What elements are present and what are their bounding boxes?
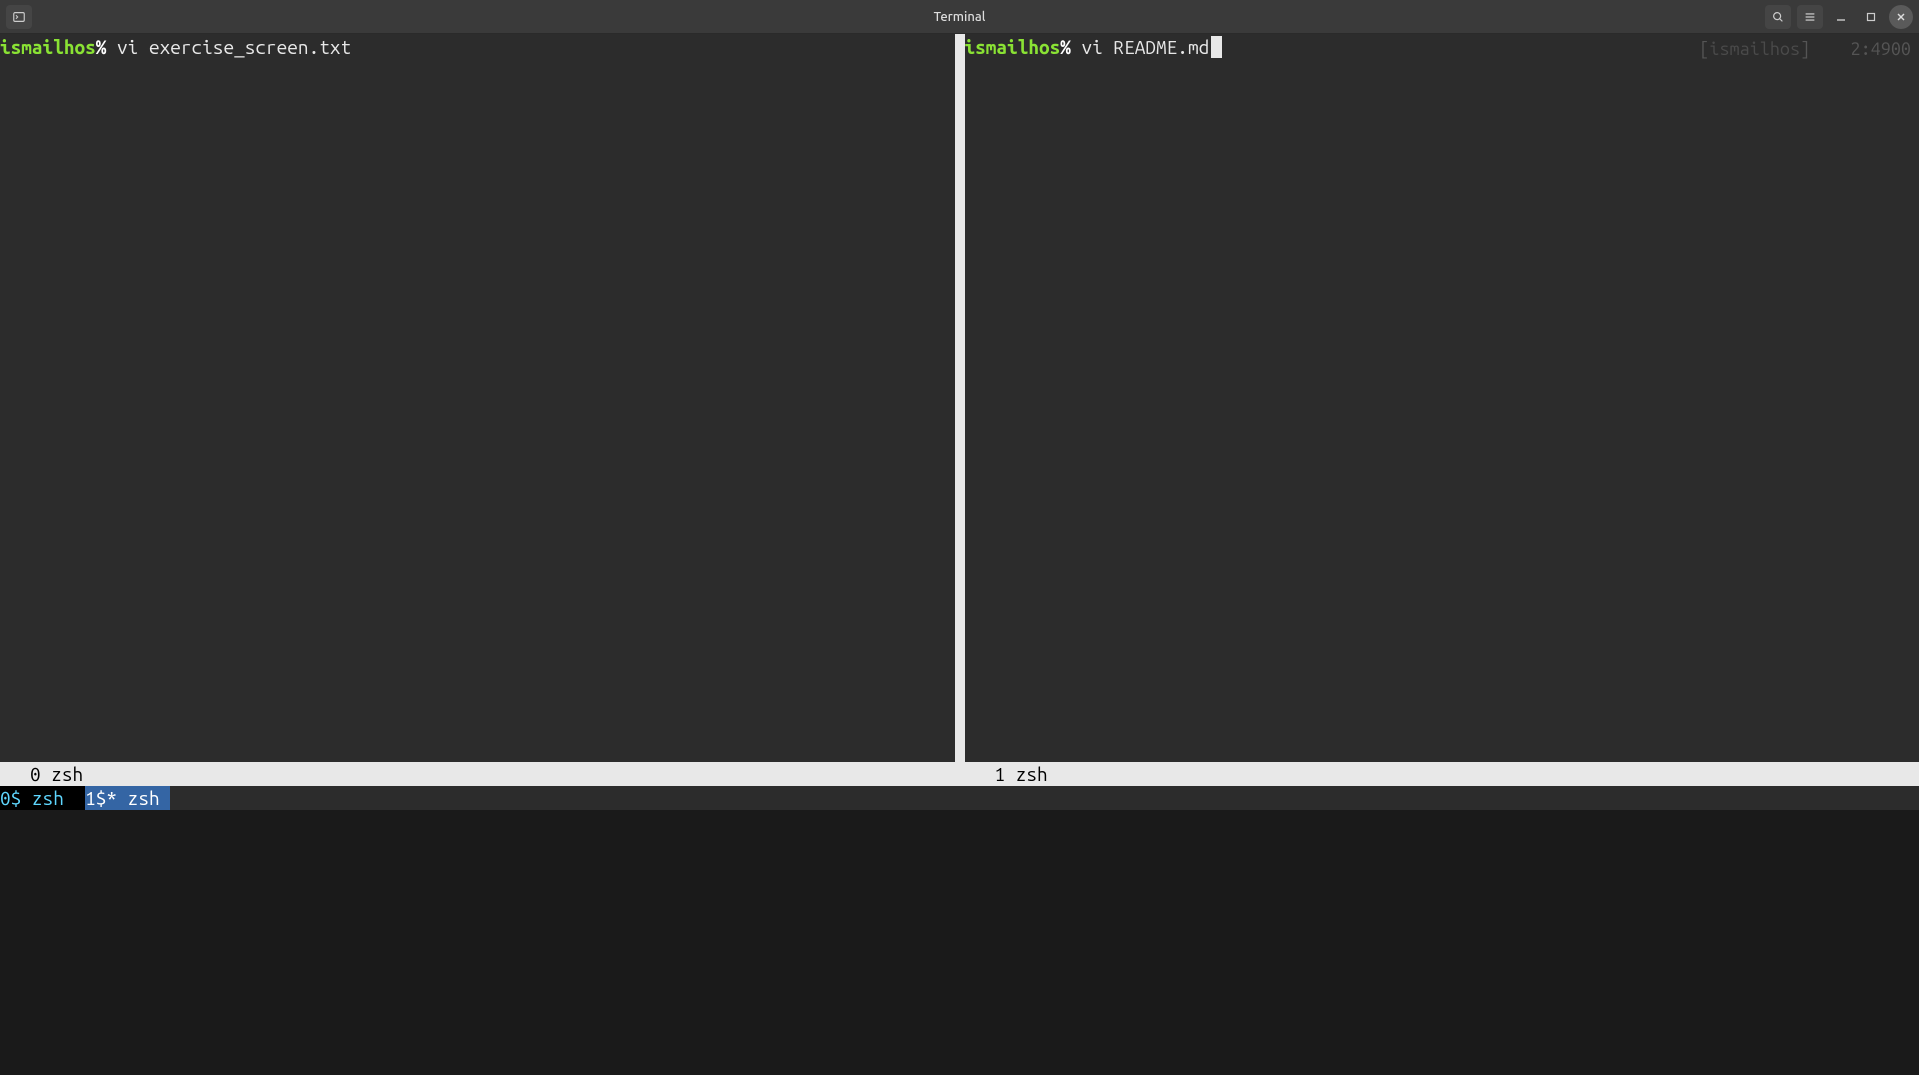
titlebar-right-group — [1765, 5, 1913, 29]
search-icon — [1771, 10, 1785, 24]
tmux-window-0[interactable]: 0$ zsh — [0, 786, 85, 810]
window-title: Terminal — [934, 10, 986, 24]
right-hostname: ismailhos — [965, 36, 1061, 58]
cursor — [1211, 36, 1222, 58]
minimize-icon — [1835, 11, 1847, 23]
tmux-panes: ismailhos% vi exercise_screen.txt ismail… — [0, 34, 1919, 762]
left-prompt-line: ismailhos% vi exercise_screen.txt — [0, 36, 955, 60]
right-pane-info: [ismailhos] 2:4900 — [1699, 38, 1911, 61]
left-hostname: ismailhos — [0, 36, 96, 58]
pane-divider[interactable] — [955, 34, 965, 762]
search-button[interactable] — [1765, 5, 1791, 29]
new-tab-button[interactable] — [6, 5, 32, 29]
left-command: vi exercise_screen.txt — [106, 36, 351, 58]
left-command-text: vi exercise_screen.txt — [117, 36, 351, 58]
terminal-icon — [12, 10, 26, 24]
right-info-name: ismailhos — [1709, 39, 1800, 59]
left-pane[interactable]: ismailhos% vi exercise_screen.txt — [0, 34, 955, 762]
tmux-window-1[interactable]: 1$* zsh — [85, 786, 170, 810]
right-info-value: 2:4900 — [1851, 39, 1911, 59]
left-prompt-symbol: % — [96, 36, 107, 58]
hamburger-icon — [1803, 10, 1817, 24]
close-icon — [1895, 11, 1907, 23]
close-button[interactable] — [1889, 5, 1913, 29]
terminal-area[interactable]: ismailhos% vi exercise_screen.txt ismail… — [0, 34, 1919, 810]
left-pane-status: 0 zsh — [0, 762, 955, 786]
maximize-icon — [1865, 11, 1877, 23]
menu-button[interactable] — [1797, 5, 1823, 29]
titlebar-left-group — [6, 5, 32, 29]
right-pane-status: 1 zsh — [965, 762, 1919, 786]
right-pane[interactable]: ismailhos% vi README.md [ismailhos] 2:49… — [965, 34, 1919, 762]
pane-status-divider — [955, 762, 965, 786]
maximize-button[interactable] — [1859, 5, 1883, 29]
pane-status-bar: 0 zsh 1 zsh — [0, 762, 1919, 786]
right-command: vi README.md — [1071, 36, 1209, 58]
right-prompt-symbol: % — [1060, 36, 1071, 58]
tmux-status-bar[interactable]: 0$ zsh 1$* zsh — [0, 786, 1919, 810]
right-command-text: vi README.md — [1082, 36, 1210, 58]
desktop-below — [0, 810, 1919, 1075]
minimize-button[interactable] — [1829, 5, 1853, 29]
tmux-bar-empty — [170, 786, 1919, 810]
window-titlebar: Terminal — [0, 0, 1919, 34]
